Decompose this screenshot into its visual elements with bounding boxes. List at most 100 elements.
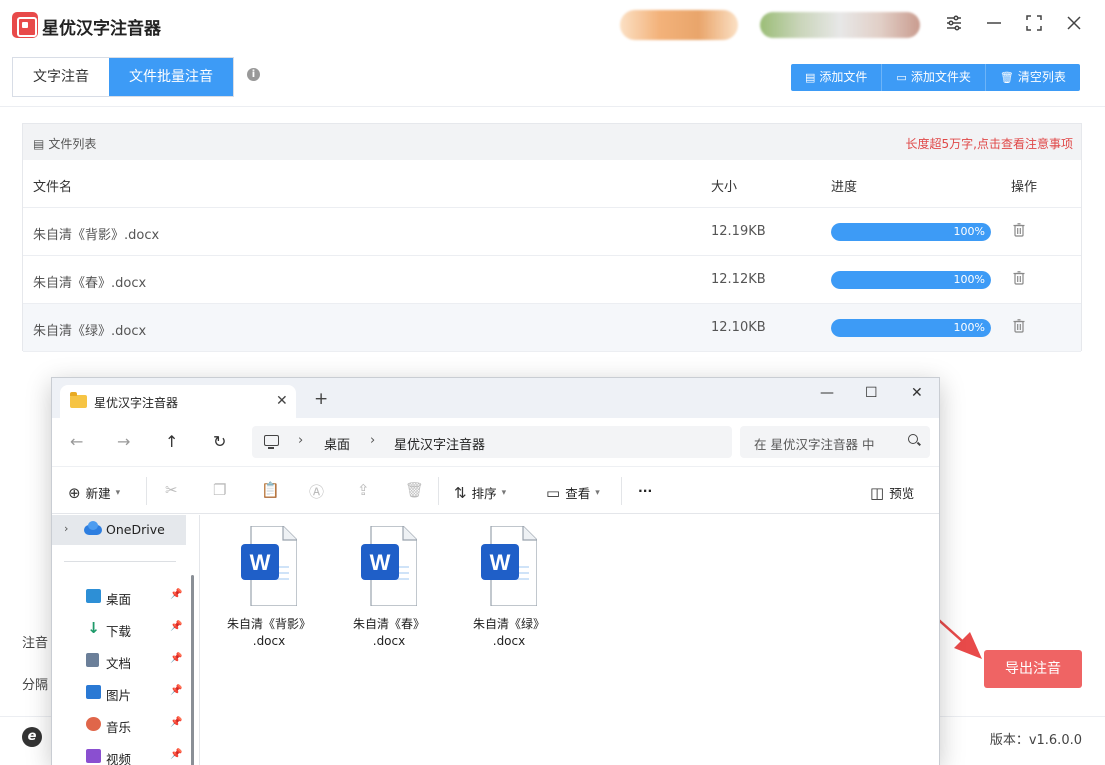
pin-icon: 📌 xyxy=(170,685,183,696)
sidebar-scrollbar[interactable] xyxy=(191,575,194,765)
tab-text-annotation[interactable]: 文字注音 xyxy=(13,58,109,96)
file-size: 12.12KB xyxy=(711,272,766,287)
delete-icon[interactable] xyxy=(1013,319,1025,333)
file-caption-ext: .docx xyxy=(372,634,406,648)
sidebar-item-onedrive[interactable]: › OneDrive xyxy=(52,515,186,545)
minimize-icon[interactable] xyxy=(983,14,1005,36)
delete-icon[interactable] xyxy=(1013,271,1025,285)
breadcrumb-desktop[interactable]: 桌面 xyxy=(324,434,350,453)
chevron-down-icon: ▾ xyxy=(115,487,121,498)
video-icon xyxy=(86,749,101,763)
divider xyxy=(64,561,176,562)
progress-bar: 100% xyxy=(831,319,991,337)
delete-icon[interactable]: 🗑 xyxy=(405,481,424,499)
add-folder-button[interactable]: ▭ 添加文件夹 xyxy=(882,64,986,91)
address-bar[interactable]: › 桌面 › 星优汉字注音器 xyxy=(252,426,732,458)
new-button[interactable]: ⊕ 新建 ▾ xyxy=(68,483,120,502)
table-row[interactable]: 朱自清《春》.docx 12.12KB 100% xyxy=(23,256,1081,304)
sidebar-item-label: 图片 xyxy=(106,688,132,703)
progress-bar: 100% xyxy=(831,271,991,289)
clear-list-button[interactable]: 🗑 清空列表 xyxy=(986,64,1080,91)
new-label: 新建 xyxy=(85,486,111,501)
progress-label: 100% xyxy=(953,321,985,334)
file-caption: 朱自清《背影》 .docx xyxy=(215,616,323,650)
svg-text:W: W xyxy=(250,550,271,575)
maximize-icon[interactable] xyxy=(1023,14,1045,36)
table-row[interactable]: 朱自清《背影》.docx 12.19KB 100% xyxy=(23,208,1081,256)
back-arrow-icon[interactable]: ← xyxy=(70,432,83,451)
close-icon[interactable] xyxy=(1063,14,1085,36)
file-tile[interactable]: W 朱自清《背影》 .docx xyxy=(215,524,323,654)
search-input[interactable]: 在 星优汉字注音器 中 xyxy=(740,426,930,458)
copy-icon[interactable]: ❐ xyxy=(213,481,226,499)
sidebar-item-downloads[interactable]: ↓ 下载 📌 xyxy=(52,615,192,643)
document-icon xyxy=(86,653,99,667)
share-icon[interactable]: ⇪ xyxy=(357,481,370,499)
export-annotation-button[interactable]: 导出注音 xyxy=(984,650,1082,688)
sidebar-item-label: 下载 xyxy=(106,624,132,639)
sort-icon: ⇅ xyxy=(454,483,467,502)
explorer-nav-bar: ← → ↑ ↻ › 桌面 › 星优汉字注音器 在 星优汉字注音器 中 xyxy=(52,418,939,466)
plus-circle-icon: ⊕ xyxy=(68,483,81,502)
divider xyxy=(438,477,439,505)
add-file-button[interactable]: ▤ 添加文件 xyxy=(791,64,883,91)
up-arrow-icon[interactable]: ↑ xyxy=(165,432,178,451)
settings-sliders-icon[interactable] xyxy=(943,14,965,36)
trash-icon: 🗑 xyxy=(999,71,1014,84)
minimize-icon[interactable]: — xyxy=(820,385,834,401)
tab-close-icon[interactable]: ✕ xyxy=(276,393,288,409)
file-caption-ext: .docx xyxy=(252,634,286,648)
file-icon: ▤ xyxy=(805,71,816,84)
forward-arrow-icon[interactable]: → xyxy=(117,432,130,451)
table-row[interactable]: 朱自清《绿》.docx 12.10KB 100% xyxy=(23,304,1081,352)
sidebar-item-documents[interactable]: 文档 📌 xyxy=(52,647,192,675)
sidebar-item-pictures[interactable]: 图片 📌 xyxy=(52,679,192,707)
divider xyxy=(146,477,147,505)
rename-icon[interactable]: Ⓐ xyxy=(309,481,324,502)
more-button[interactable]: ··· xyxy=(638,483,652,498)
sidebar-item-label: 视频 xyxy=(106,752,132,765)
file-tile[interactable]: W 朱自清《绿》 .docx xyxy=(455,524,563,654)
view-button[interactable]: ▭ 查看 ▾ xyxy=(546,483,600,502)
sidebar-item-music[interactable]: 音乐 📌 xyxy=(52,711,192,739)
preview-button[interactable]: ◫ 预览 xyxy=(870,483,914,502)
new-tab-icon[interactable]: + xyxy=(314,389,328,409)
sort-button[interactable]: ⇅ 排序 ▾ xyxy=(454,483,506,502)
app-logo-icon xyxy=(12,12,38,38)
breadcrumb-folder[interactable]: 星优汉字注音器 xyxy=(394,434,485,453)
tab-batch-file-annotation[interactable]: 文件批量注音 xyxy=(109,58,233,96)
explorer-command-bar: ⊕ 新建 ▾ ✂ ❐ 📋 Ⓐ ⇪ 🗑 ⇅ 排序 ▾ ▭ 查看 ▾ ··· ◫ 预… xyxy=(52,466,939,514)
file-name: 朱自清《春》.docx xyxy=(33,276,147,291)
explorer-sidebar: › OneDrive 桌面 📌 ↓ 下载 📌 文档 📌 图片 📌 音乐 📌 视频… xyxy=(52,515,200,765)
file-caption: 朱自清《绿》 .docx xyxy=(455,616,563,650)
divider xyxy=(0,106,1105,107)
cut-icon[interactable]: ✂ xyxy=(165,481,178,499)
file-tile[interactable]: W 朱自清《春》 .docx xyxy=(335,524,443,654)
chevron-right-icon[interactable]: › xyxy=(64,522,68,535)
paste-icon[interactable]: 📋 xyxy=(261,481,280,499)
delete-icon[interactable] xyxy=(1013,223,1025,237)
file-toolbar: ▤ 添加文件 ▭ 添加文件夹 🗑 清空列表 xyxy=(791,64,1080,91)
desktop-icon xyxy=(86,589,101,603)
preview-pane-icon: ◫ xyxy=(870,483,885,502)
option-label-annotation: 注音 xyxy=(22,636,49,651)
preview-label: 预览 xyxy=(889,486,915,501)
browser-e-icon[interactable]: e xyxy=(22,727,42,747)
sidebar-item-videos[interactable]: 视频 📌 xyxy=(52,743,192,765)
word-document-icon: W xyxy=(361,526,417,606)
chevron-right-icon: › xyxy=(298,433,304,448)
length-warning-link[interactable]: 长度超5万字,点击查看注意事项 xyxy=(906,135,1073,152)
download-icon: ↓ xyxy=(87,619,100,637)
refresh-icon[interactable]: ↻ xyxy=(213,432,226,451)
blurred-user-info xyxy=(620,10,738,40)
info-icon[interactable]: i xyxy=(247,68,260,81)
folder-icon xyxy=(70,392,87,408)
close-icon[interactable]: ✕ xyxy=(911,385,923,401)
col-header-progress: 进度 xyxy=(831,180,858,195)
file-name: 朱自清《绿》.docx xyxy=(33,324,147,339)
sidebar-item-desktop[interactable]: 桌面 📌 xyxy=(52,583,192,611)
explorer-tab[interactable]: 星优汉字注音器 ✕ xyxy=(60,385,296,418)
maximize-icon[interactable]: ☐ xyxy=(865,385,878,401)
title-bar: 星优汉字注音器 xyxy=(0,0,1105,50)
search-icon xyxy=(908,434,918,444)
